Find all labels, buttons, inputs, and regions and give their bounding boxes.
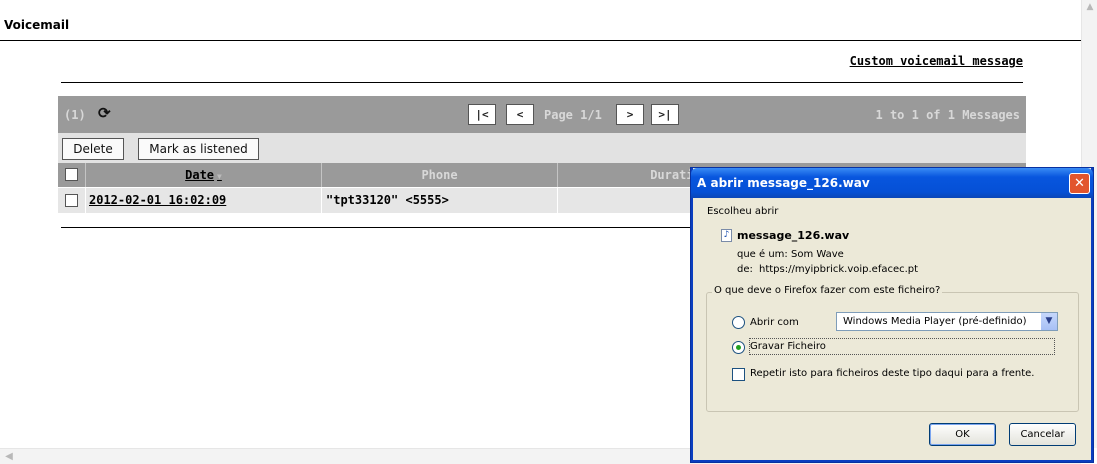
file-type-value: Som Wave: [791, 249, 844, 260]
file-source-label: de:: [737, 264, 753, 275]
pager-bar: (1) ⟳ |< < Page 1/1 > >| 1 to 1 of 1 Mes…: [58, 96, 1026, 133]
audio-file-icon: ♪: [721, 229, 732, 242]
row-checkbox[interactable]: [65, 194, 78, 207]
delete-button[interactable]: Delete: [62, 138, 124, 160]
remember-label[interactable]: Repetir isto para ficheiros deste tipo d…: [750, 368, 1034, 379]
action-question: O que deve o Firefox fazer com este fich…: [712, 285, 943, 296]
row-phone-cell: "tpt33120" <5555>: [321, 188, 557, 213]
message-count: (1): [64, 108, 86, 122]
prev-page-button[interactable]: <: [506, 104, 534, 125]
dialog-intro: Escolheu abrir: [707, 206, 779, 217]
column-header-phone[interactable]: Phone: [321, 163, 557, 187]
title-divider: [0, 40, 1081, 41]
dialog-title: A abrir message_126.wav: [697, 176, 870, 190]
mark-listened-button[interactable]: Mark as listened: [138, 138, 259, 160]
column-header-date-label: Date: [185, 168, 215, 182]
next-page-button[interactable]: >: [616, 104, 644, 125]
download-dialog: A abrir message_126.wav ✕ Escolheu abrir…: [691, 168, 1093, 462]
last-page-button[interactable]: >|: [651, 104, 679, 125]
dialog-titlebar[interactable]: A abrir message_126.wav ✕: [691, 168, 1093, 198]
select-all-checkbox[interactable]: [65, 168, 78, 181]
application-select-value: Windows Media Player (pré-definido): [843, 316, 1027, 327]
cancel-button[interactable]: Cancelar: [1009, 423, 1076, 446]
scroll-up-icon[interactable]: ▲: [1084, 0, 1096, 14]
file-type-label: que é um:: [737, 249, 788, 260]
file-source-value: https://myipbrick.voip.efacec.pt: [759, 264, 919, 275]
close-icon[interactable]: ✕: [1069, 173, 1090, 194]
column-header-date[interactable]: Date ▼: [85, 163, 321, 187]
open-with-label[interactable]: Abrir com: [750, 317, 799, 328]
ok-button[interactable]: OK: [929, 423, 996, 446]
open-with-radio[interactable]: [732, 316, 745, 329]
scroll-left-icon[interactable]: ◀: [2, 450, 16, 464]
save-file-radio[interactable]: [732, 341, 745, 354]
save-file-label[interactable]: Gravar Ficheiro: [750, 341, 826, 352]
refresh-icon[interactable]: ⟳: [98, 104, 111, 122]
dialog-filename: message_126.wav: [737, 229, 850, 242]
page-indicator: Page 1/1: [544, 108, 602, 122]
remember-checkbox[interactable]: [732, 368, 745, 381]
chevron-down-icon[interactable]: ▼: [1041, 313, 1057, 330]
application-select[interactable]: Windows Media Player (pré-definido) ▼: [836, 312, 1058, 331]
first-page-button[interactable]: |<: [468, 104, 496, 125]
page-title: Voicemail: [4, 18, 70, 32]
custom-voicemail-link[interactable]: Custom voicemail message: [850, 54, 1023, 68]
message-range: 1 to 1 of 1 Messages: [875, 108, 1021, 122]
row-date-cell: 2012-02-01 16:02:09: [85, 188, 321, 213]
link-divider: [61, 82, 1023, 83]
action-bar: Delete Mark as listened: [58, 133, 1026, 163]
row-date-link[interactable]: 2012-02-01 16:02:09: [89, 193, 226, 207]
sort-arrow-icon: ▼: [217, 172, 222, 181]
